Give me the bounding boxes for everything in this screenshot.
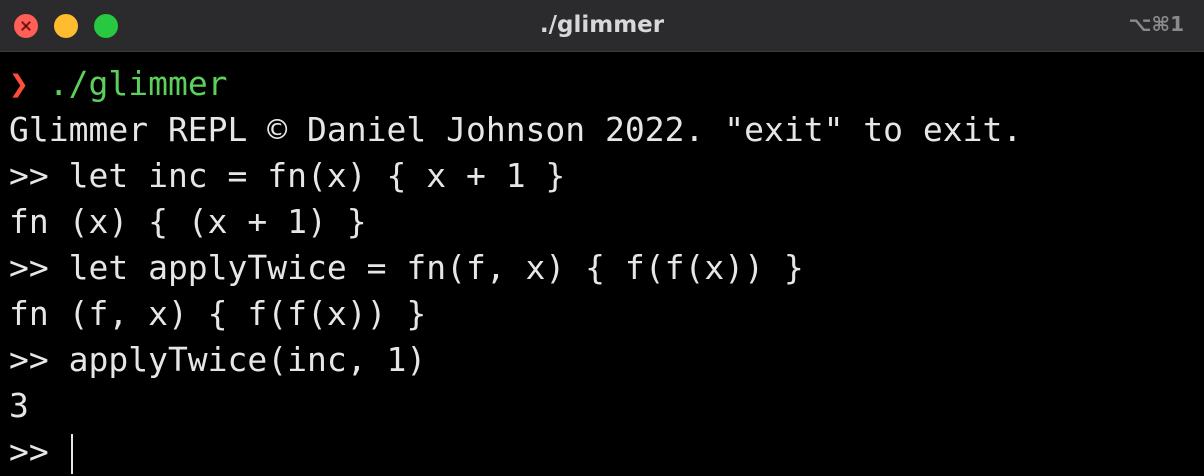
shell-prompt-line: ❯ ./glimmer — [9, 61, 1204, 107]
repl-input-line: >> applyTwice(inc, 1) — [9, 340, 427, 379]
repl-input-line: >> let inc = fn(x) { x + 1 } — [9, 156, 566, 195]
repl-input-prompt: >> — [9, 432, 69, 471]
repl-banner: Glimmer REPL © Daniel Johnson 2022. "exi… — [9, 110, 1023, 149]
repl-active-input-line[interactable]: >> — [9, 429, 1204, 475]
repl-output-line: fn (f, x) { f(f(x)) } — [9, 294, 427, 333]
terminal-output[interactable]: ❯ ./glimmer Glimmer REPL © Daniel Johnso… — [9, 61, 1204, 475]
prompt-chevron-icon: ❯ — [9, 64, 29, 103]
shell-command: ./glimmer — [28, 64, 228, 103]
keyboard-shortcut-label: ⌥⌘1 — [1128, 12, 1184, 36]
repl-output-line: fn (x) { (x + 1) } — [9, 202, 367, 241]
repl-input-line: >> let applyTwice = fn(f, x) { f(f(x)) } — [9, 248, 804, 287]
repl-output-line: 3 — [9, 386, 29, 425]
terminal-window: ./glimmer ⌥⌘1 ❯ ./glimmer Glimmer REPL ©… — [0, 0, 1204, 476]
window-title: ./glimmer — [539, 12, 665, 38]
text-cursor — [70, 433, 73, 474]
title-bar[interactable]: ./glimmer ⌥⌘1 — [0, 0, 1204, 52]
